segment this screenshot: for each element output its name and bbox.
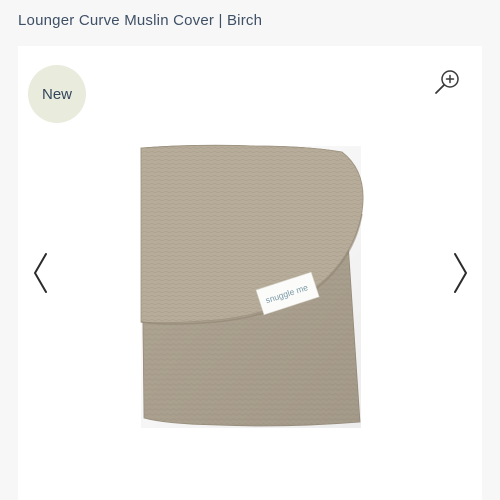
product-image: snuggle me (136, 142, 366, 432)
chevron-left-icon (34, 253, 47, 293)
muslin-cover-photo: snuggle me (140, 144, 364, 428)
chevron-right-icon (454, 253, 467, 293)
zoom-in-icon (435, 70, 459, 94)
product-title: Lounger Curve Muslin Cover | Birch (18, 12, 263, 29)
product-image-gallery: New snuggle me (18, 46, 482, 500)
previous-image-button[interactable] (31, 251, 51, 295)
zoom-button[interactable] (432, 68, 462, 98)
new-badge: New (28, 65, 86, 123)
next-image-button[interactable] (450, 251, 470, 295)
